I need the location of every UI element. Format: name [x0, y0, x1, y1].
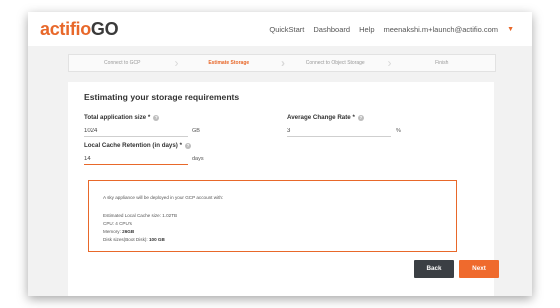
step-label: Connect to Object Storage: [305, 60, 365, 66]
help-icon[interactable]: ?: [357, 114, 364, 121]
info-memory: Memory: 26GB: [103, 229, 134, 234]
logo-go-text: GO: [90, 19, 119, 39]
app-size-unit: GB: [192, 128, 200, 134]
info-label: Memory:: [103, 229, 121, 234]
change-rate-label-text: Average Change Rate *: [287, 114, 355, 121]
page-title: Estimating your storage requirements: [84, 92, 240, 102]
logo-text: actifio: [40, 19, 91, 39]
next-button[interactable]: Next: [459, 260, 499, 278]
nav-dashboard[interactable]: Dashboard: [313, 25, 350, 34]
app-size-label: Total application size * ?: [84, 114, 160, 121]
app-size-label-text: Total application size *: [84, 114, 151, 121]
nav-quickstart[interactable]: QuickStart: [269, 25, 304, 34]
back-button[interactable]: Back: [414, 260, 454, 278]
chevron-down-icon[interactable]: ▼: [507, 26, 514, 33]
main-content: Connect to GCP › Estimate Storage › Connec…: [28, 46, 532, 296]
appliance-info-box: A sky appliance will be deployed in your…: [88, 180, 457, 252]
change-rate-unit: %: [396, 128, 401, 134]
step-connect-gcp[interactable]: Connect to GCP ›: [69, 55, 178, 71]
top-navbar: actifioGO QuickStart Dashboard Help meen…: [28, 12, 532, 47]
retention-unit: days: [192, 156, 204, 162]
info-value: 100 GB: [148, 237, 165, 242]
info-intro: A sky appliance will be deployed in your…: [103, 195, 224, 200]
retention-label-text: Local Cache Retention (in days) *: [84, 142, 182, 149]
info-value: 1.02TB: [162, 213, 178, 218]
info-disk: Disk sizes(Boot Disk): 100 GB: [103, 237, 165, 242]
step-connect-object-storage[interactable]: Connect to Object Storage ›: [282, 55, 392, 71]
change-rate-label: Average Change Rate * ?: [287, 114, 364, 121]
step-label: Connect to GCP: [104, 60, 141, 66]
info-label: CPU:: [103, 221, 114, 226]
step-finish[interactable]: Finish: [389, 55, 496, 71]
help-icon[interactable]: ?: [185, 142, 191, 149]
step-label: Finish: [435, 60, 449, 66]
estimate-storage-panel: Estimating your storage requirements Tot…: [68, 82, 499, 296]
step-estimate-storage[interactable]: Estimate Storage ›: [176, 55, 285, 71]
wizard-steps: Connect to GCP › Estimate Storage › Connec…: [68, 54, 496, 72]
top-nav-links: QuickStart Dashboard Help meenakshi.m+la…: [269, 22, 514, 36]
step-label: Estimate Storage: [208, 60, 250, 66]
info-label: Disk sizes(Boot Disk):: [103, 237, 148, 242]
info-value: 4 CPU's: [115, 221, 132, 226]
info-value: 26GB: [122, 229, 135, 234]
app-window: actifioGO QuickStart Dashboard Help meen…: [28, 12, 532, 296]
info-cache-size: Estimated Local Cache size: 1.02TB: [103, 213, 177, 218]
app-size-input[interactable]: [84, 126, 188, 137]
info-label: Estimated Local Cache size:: [103, 213, 161, 218]
retention-input[interactable]: [84, 154, 188, 165]
actifio-go-logo[interactable]: actifioGO: [40, 19, 119, 39]
nav-help[interactable]: Help: [359, 25, 374, 34]
user-menu[interactable]: meenakshi.m+launch@actifio.com: [384, 25, 499, 34]
change-rate-input[interactable]: [287, 126, 391, 137]
retention-label: Local Cache Retention (in days) * ?: [84, 142, 191, 149]
help-icon[interactable]: ?: [153, 114, 160, 121]
info-cpu: CPU: 4 CPU's: [103, 221, 132, 226]
